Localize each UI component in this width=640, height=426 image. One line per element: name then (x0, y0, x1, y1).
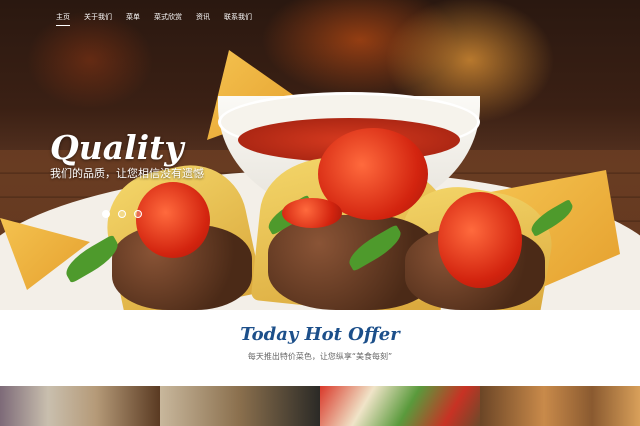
hero-title: Quality (50, 128, 184, 167)
tomato (438, 192, 522, 288)
tomato (282, 198, 342, 228)
carousel-dot-2[interactable] (118, 210, 126, 218)
gallery-tile-2[interactable] (160, 386, 320, 426)
nav-item-contact[interactable]: 联系我们 (224, 12, 252, 22)
carousel-dot-1[interactable] (102, 210, 110, 218)
hot-offer-section: Today Hot Offer 每天推出特价菜色，让您纵享“美食每刻” (0, 310, 640, 386)
nav-item-news[interactable]: 资讯 (196, 12, 210, 22)
main-nav: 主页 关于我们 菜单 菜式欣赏 资讯 联系我们 (56, 12, 252, 26)
nav-item-about[interactable]: 关于我们 (84, 12, 112, 22)
offer-subtitle: 每天推出特价菜色，让您纵享“美食每刻” (247, 352, 393, 361)
nav-item-menu[interactable]: 菜单 (126, 12, 140, 22)
gallery-tile-3[interactable] (320, 386, 480, 426)
gallery-tile-1[interactable] (0, 386, 160, 426)
carousel-dots (102, 210, 142, 218)
carousel-dot-3[interactable] (134, 210, 142, 218)
gallery-tile-4[interactable] (480, 386, 640, 426)
offer-title: Today Hot Offer (240, 324, 400, 345)
hero-banner: Quality 我们的品质，让您相信没有遗憾 (0, 0, 640, 310)
tomato (136, 182, 210, 258)
nav-item-dishes[interactable]: 菜式欣赏 (154, 12, 182, 22)
hero-subtitle: 我们的品质，让您相信没有遗憾 (50, 167, 204, 180)
food-gallery (0, 386, 640, 426)
nav-item-home[interactable]: 主页 (56, 12, 70, 26)
